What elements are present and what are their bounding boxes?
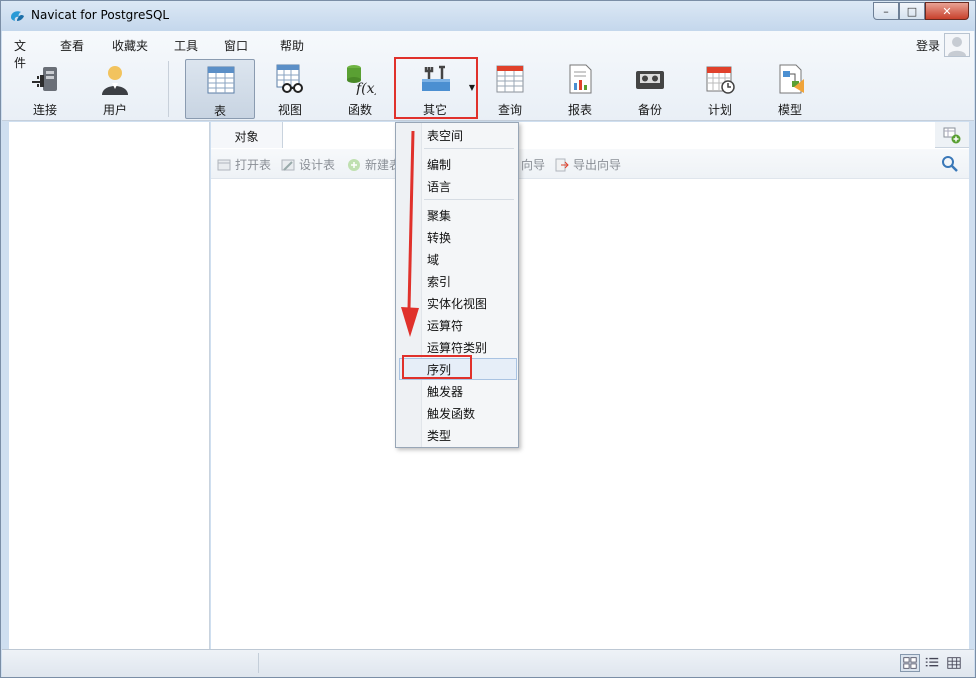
toolbar-function-label: 函数: [347, 103, 372, 117]
toolbar-schedule-label: 计划: [707, 103, 732, 117]
toolbar-model-label: 模型: [777, 103, 802, 117]
toolbar-other-label: 其它: [422, 103, 447, 117]
toolbar-other[interactable]: 其它 ▼: [400, 59, 478, 119]
annotation-arrow-icon: [401, 130, 419, 337]
navicat-logo-icon: [11, 11, 24, 21]
avatar[interactable]: [944, 33, 970, 57]
toolbar-user[interactable]: 用户: [80, 59, 150, 119]
menu-item-tablespace[interactable]: 表空间: [427, 127, 463, 144]
tools-icon: [422, 65, 450, 91]
new-table-icon: [348, 158, 360, 171]
detail-grid-view-icon[interactable]: [944, 654, 964, 672]
model-icon: [779, 64, 804, 94]
new-tab-icon[interactable]: [943, 126, 961, 144]
tab-empty-area: [283, 122, 935, 148]
app-window: Navicat for PostgreSQL – □ ✕ 文件 查看 收藏夹 工…: [0, 0, 976, 678]
main-toolbar: 连接 用户 表 视图 f(x 函数 其它 ▼ 查询 报表 备份 计划 模型: [2, 59, 974, 119]
export-wizard-label: 导出向导: [573, 158, 622, 172]
open-table-icon: [217, 159, 231, 170]
menu-item-hover-highlight: [399, 358, 517, 380]
object-toolbar: 打开表 设计表 新建表 向导 导出向导: [211, 149, 969, 179]
menu-file[interactable]: 文件: [2, 35, 48, 70]
toolbar-table[interactable]: 表: [185, 59, 255, 119]
design-table-label: 设计表: [299, 158, 336, 172]
connection-tree-panel[interactable]: [9, 122, 210, 649]
menu-item-language[interactable]: 语言: [427, 178, 451, 195]
menu-tools[interactable]: 工具: [162, 35, 212, 55]
toolbar-view-label: 视图: [277, 103, 302, 117]
calendar-clock-icon: [706, 66, 735, 94]
design-table-icon: [281, 159, 295, 171]
toolbar-backup-label: 备份: [637, 103, 662, 117]
export-wizard-button[interactable]: 导出向导: [555, 156, 621, 173]
design-table-button[interactable]: 设计表: [281, 156, 335, 173]
toolbar-query-label: 查询: [497, 103, 522, 117]
maximize-button[interactable]: □: [899, 2, 925, 20]
tab-objects[interactable]: 对象: [211, 122, 283, 148]
toolbar-table-label: 表: [213, 104, 226, 118]
glasses-view-icon: [276, 64, 303, 93]
toolbar-model[interactable]: 模型: [755, 59, 825, 119]
top-band: 文件 查看 收藏夹 工具 窗口 帮助 登录 连接 用户 表 视图 f(x 函数 …: [2, 31, 974, 121]
open-table-button[interactable]: 打开表: [217, 156, 271, 173]
menu-item-operator[interactable]: 运算符: [427, 317, 463, 334]
menu-item-type[interactable]: 类型: [427, 427, 451, 444]
user-avatar-icon: [948, 37, 966, 56]
svg-text:f(x): f(x): [355, 81, 376, 95]
menu-item-aggregate[interactable]: 聚集: [427, 207, 451, 224]
toolbar-connection-label: 连接: [32, 103, 57, 117]
object-panel: 对象 打开表 设计表 新建表 向导 导出向导: [211, 122, 969, 649]
menu-item-collation[interactable]: 编制: [427, 156, 451, 173]
minimize-button[interactable]: –: [873, 2, 899, 20]
open-table-label: 打开表: [235, 158, 272, 172]
title-bar: Navicat for PostgreSQL – □ ✕: [1, 1, 975, 31]
menu-item-materialized-view[interactable]: 实体化视图: [427, 295, 487, 312]
toolbar-schedule[interactable]: 计划: [685, 59, 755, 119]
toolbar-view[interactable]: 视图: [255, 59, 325, 119]
toolbar-function[interactable]: f(x) 函数: [325, 59, 395, 119]
menu-window[interactable]: 窗口: [212, 35, 268, 55]
toolbar-backup[interactable]: 备份: [615, 59, 685, 119]
search-icon[interactable]: [941, 155, 959, 173]
menu-item-domain[interactable]: 域: [427, 251, 439, 268]
menu-bar: 文件 查看 收藏夹 工具 窗口 帮助: [2, 35, 318, 70]
menu-item-trigger-function[interactable]: 触发函数: [427, 405, 475, 422]
toolbar-report-label: 报表: [567, 103, 592, 117]
menu-separator: [424, 148, 514, 149]
status-separator: [258, 653, 259, 673]
export-wizard-icon: [555, 158, 569, 171]
toolbar-query[interactable]: 查询: [475, 59, 545, 119]
large-icons-view-icon[interactable]: [900, 654, 920, 672]
menu-favorites[interactable]: 收藏夹: [100, 35, 162, 55]
toolbar-connection[interactable]: 连接: [10, 59, 80, 119]
import-wizard-label: 向导: [521, 158, 546, 172]
report-icon: [569, 64, 592, 94]
window-title: Navicat for PostgreSQL: [31, 8, 170, 22]
menu-help[interactable]: 帮助: [268, 35, 318, 55]
function-icon: f(x): [347, 65, 376, 95]
backup-tape-icon: [636, 71, 664, 89]
toolbar-report[interactable]: 报表: [545, 59, 615, 119]
list-view-icon[interactable]: [922, 654, 942, 672]
menu-item-index[interactable]: 索引: [427, 273, 451, 290]
import-wizard-button[interactable]: 向导: [521, 156, 545, 173]
close-button[interactable]: ✕: [925, 2, 969, 20]
query-icon: [496, 65, 524, 93]
plug-icon: [32, 67, 57, 91]
user-icon: [102, 66, 128, 95]
menu-item-trigger[interactable]: 触发器: [427, 383, 463, 400]
table-icon: [207, 66, 235, 94]
menu-item-conversion[interactable]: 转换: [427, 229, 451, 246]
tab-strip: 对象: [211, 122, 969, 148]
menu-item-operator-class[interactable]: 运算符类别: [427, 339, 487, 356]
menu-view[interactable]: 查看: [48, 35, 100, 55]
toolbar-user-label: 用户: [102, 103, 127, 117]
status-bar: [2, 649, 974, 677]
menu-separator: [424, 199, 514, 200]
menu-item-sequence[interactable]: 序列: [427, 361, 451, 378]
login-link[interactable]: 登录: [916, 37, 940, 54]
toolbar-separator: [168, 61, 169, 117]
new-table-button[interactable]: 新建表: [347, 156, 401, 173]
